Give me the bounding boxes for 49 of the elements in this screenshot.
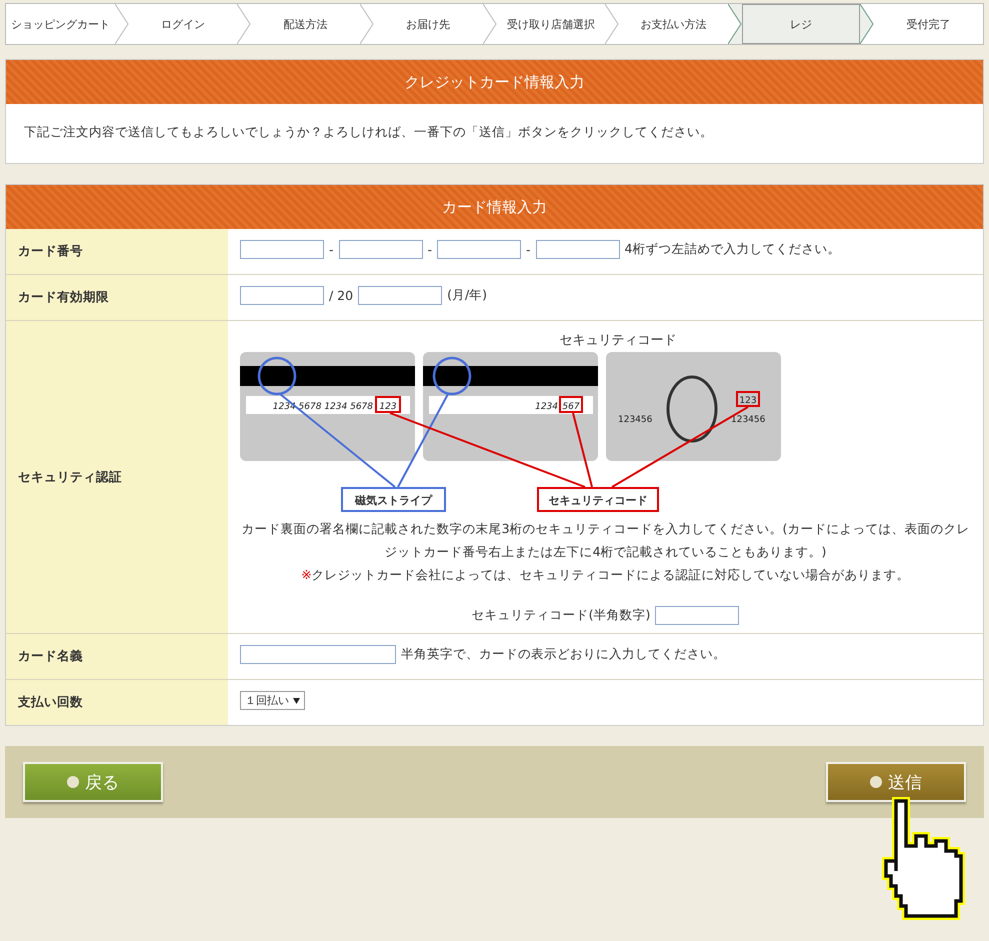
row-label: カード有効期限 xyxy=(6,275,228,320)
input-field[interactable] xyxy=(240,240,324,259)
highlight-frame xyxy=(559,396,583,413)
hint-text: 半角英字で、カードの表示どおりに入力してください。 xyxy=(401,646,726,663)
field-label: セキュリティコード(半角数字) xyxy=(472,607,650,624)
play-icon xyxy=(870,776,882,788)
note-text: クレジットカード会社によっては、セキュリティコードによる認証に対応していない場合があります。 xyxy=(312,567,910,582)
hint-text: 4桁ずつ左詰めで入力してください。 xyxy=(624,241,840,258)
row-label: セキュリティ認証 xyxy=(6,321,228,633)
separator-text: - xyxy=(329,242,334,257)
security-code-sample: 123 xyxy=(379,402,397,412)
installments-dropdown[interactable]: １回払い xyxy=(240,691,305,710)
callout-label: 磁気ストライプ xyxy=(341,487,446,512)
card-number-sample: 1234 5678 1234 5678 xyxy=(272,402,373,412)
callout-label: セキュリティコード xyxy=(537,487,659,512)
month-field[interactable] xyxy=(240,286,324,305)
caret-icon xyxy=(293,698,300,704)
note-mark: ※ xyxy=(301,567,312,582)
submit-button[interactable]: 送信 xyxy=(826,762,966,802)
notice-message: 下記ご注文内容で送信してもよろしいでしょうか？よろしければ、一番下の「送信」ボタンをクリックしてください。 xyxy=(23,123,714,141)
security-code-field[interactable] xyxy=(655,606,740,625)
highlight-circle xyxy=(258,356,296,396)
security-code-sample: 123 xyxy=(739,396,757,406)
highlight-ellipse xyxy=(666,376,718,442)
panel-title: カード情報入力 xyxy=(6,185,983,229)
separator-text: - xyxy=(526,242,531,257)
panel-title: クレジットカード情報入力 xyxy=(6,60,983,104)
row-label: カード番号 xyxy=(6,229,228,274)
play-icon xyxy=(67,776,79,788)
year-field[interactable] xyxy=(358,286,442,305)
highlight-frame xyxy=(736,391,760,407)
input-field[interactable] xyxy=(437,240,522,259)
highlight-frame xyxy=(375,396,401,413)
separator-text: / 20 xyxy=(329,288,354,303)
security-code-sample: 567 xyxy=(562,402,580,412)
card-number-sample: 123456 xyxy=(618,415,652,425)
hint-text: (月/年) xyxy=(447,287,488,304)
input-field[interactable] xyxy=(536,240,620,259)
row-label: カード名義 xyxy=(6,634,228,679)
card-number-sample: 123456 xyxy=(731,415,766,425)
highlight-circle xyxy=(432,356,472,396)
instruction-text: カード裏面の署名欄に記載された数字の末尾3桁のセキュリティコードを入力してください。(カードによっては、表面のクレジットカード番号右上または左下に4桁で記載されていることもあります。) xyxy=(240,520,970,561)
name-field[interactable] xyxy=(240,645,396,664)
chevron-divider xyxy=(860,4,874,44)
row-label: 支払い回数 xyxy=(6,680,228,725)
diagram-caption: セキュリティコード xyxy=(560,333,676,348)
input-field[interactable] xyxy=(338,240,423,259)
card-number-sample: 1234 xyxy=(535,402,558,412)
separator-text: - xyxy=(428,242,432,257)
